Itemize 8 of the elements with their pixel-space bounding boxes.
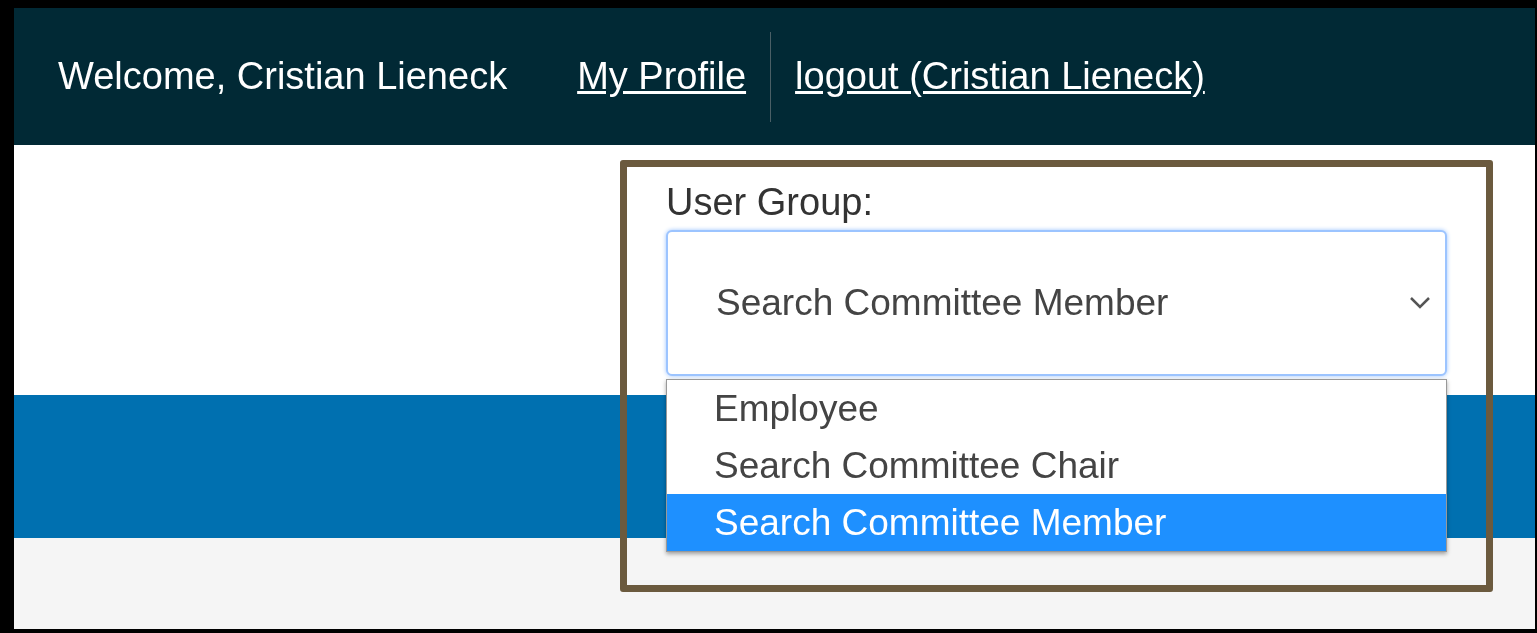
user-group-select[interactable]: Search Committee Member [666, 230, 1447, 376]
dropdown-option[interactable]: Employee [667, 380, 1446, 437]
chevron-down-icon [1409, 296, 1431, 310]
header-link[interactable]: My Profile [577, 48, 747, 105]
dropdown-option[interactable]: Search Committee Chair [667, 437, 1446, 494]
header-link[interactable]: logout (Cristian Lieneck) [795, 48, 1205, 105]
field-label: User Group: [666, 180, 873, 225]
welcome-text: Welcome, Cristian Lieneck [58, 54, 508, 99]
